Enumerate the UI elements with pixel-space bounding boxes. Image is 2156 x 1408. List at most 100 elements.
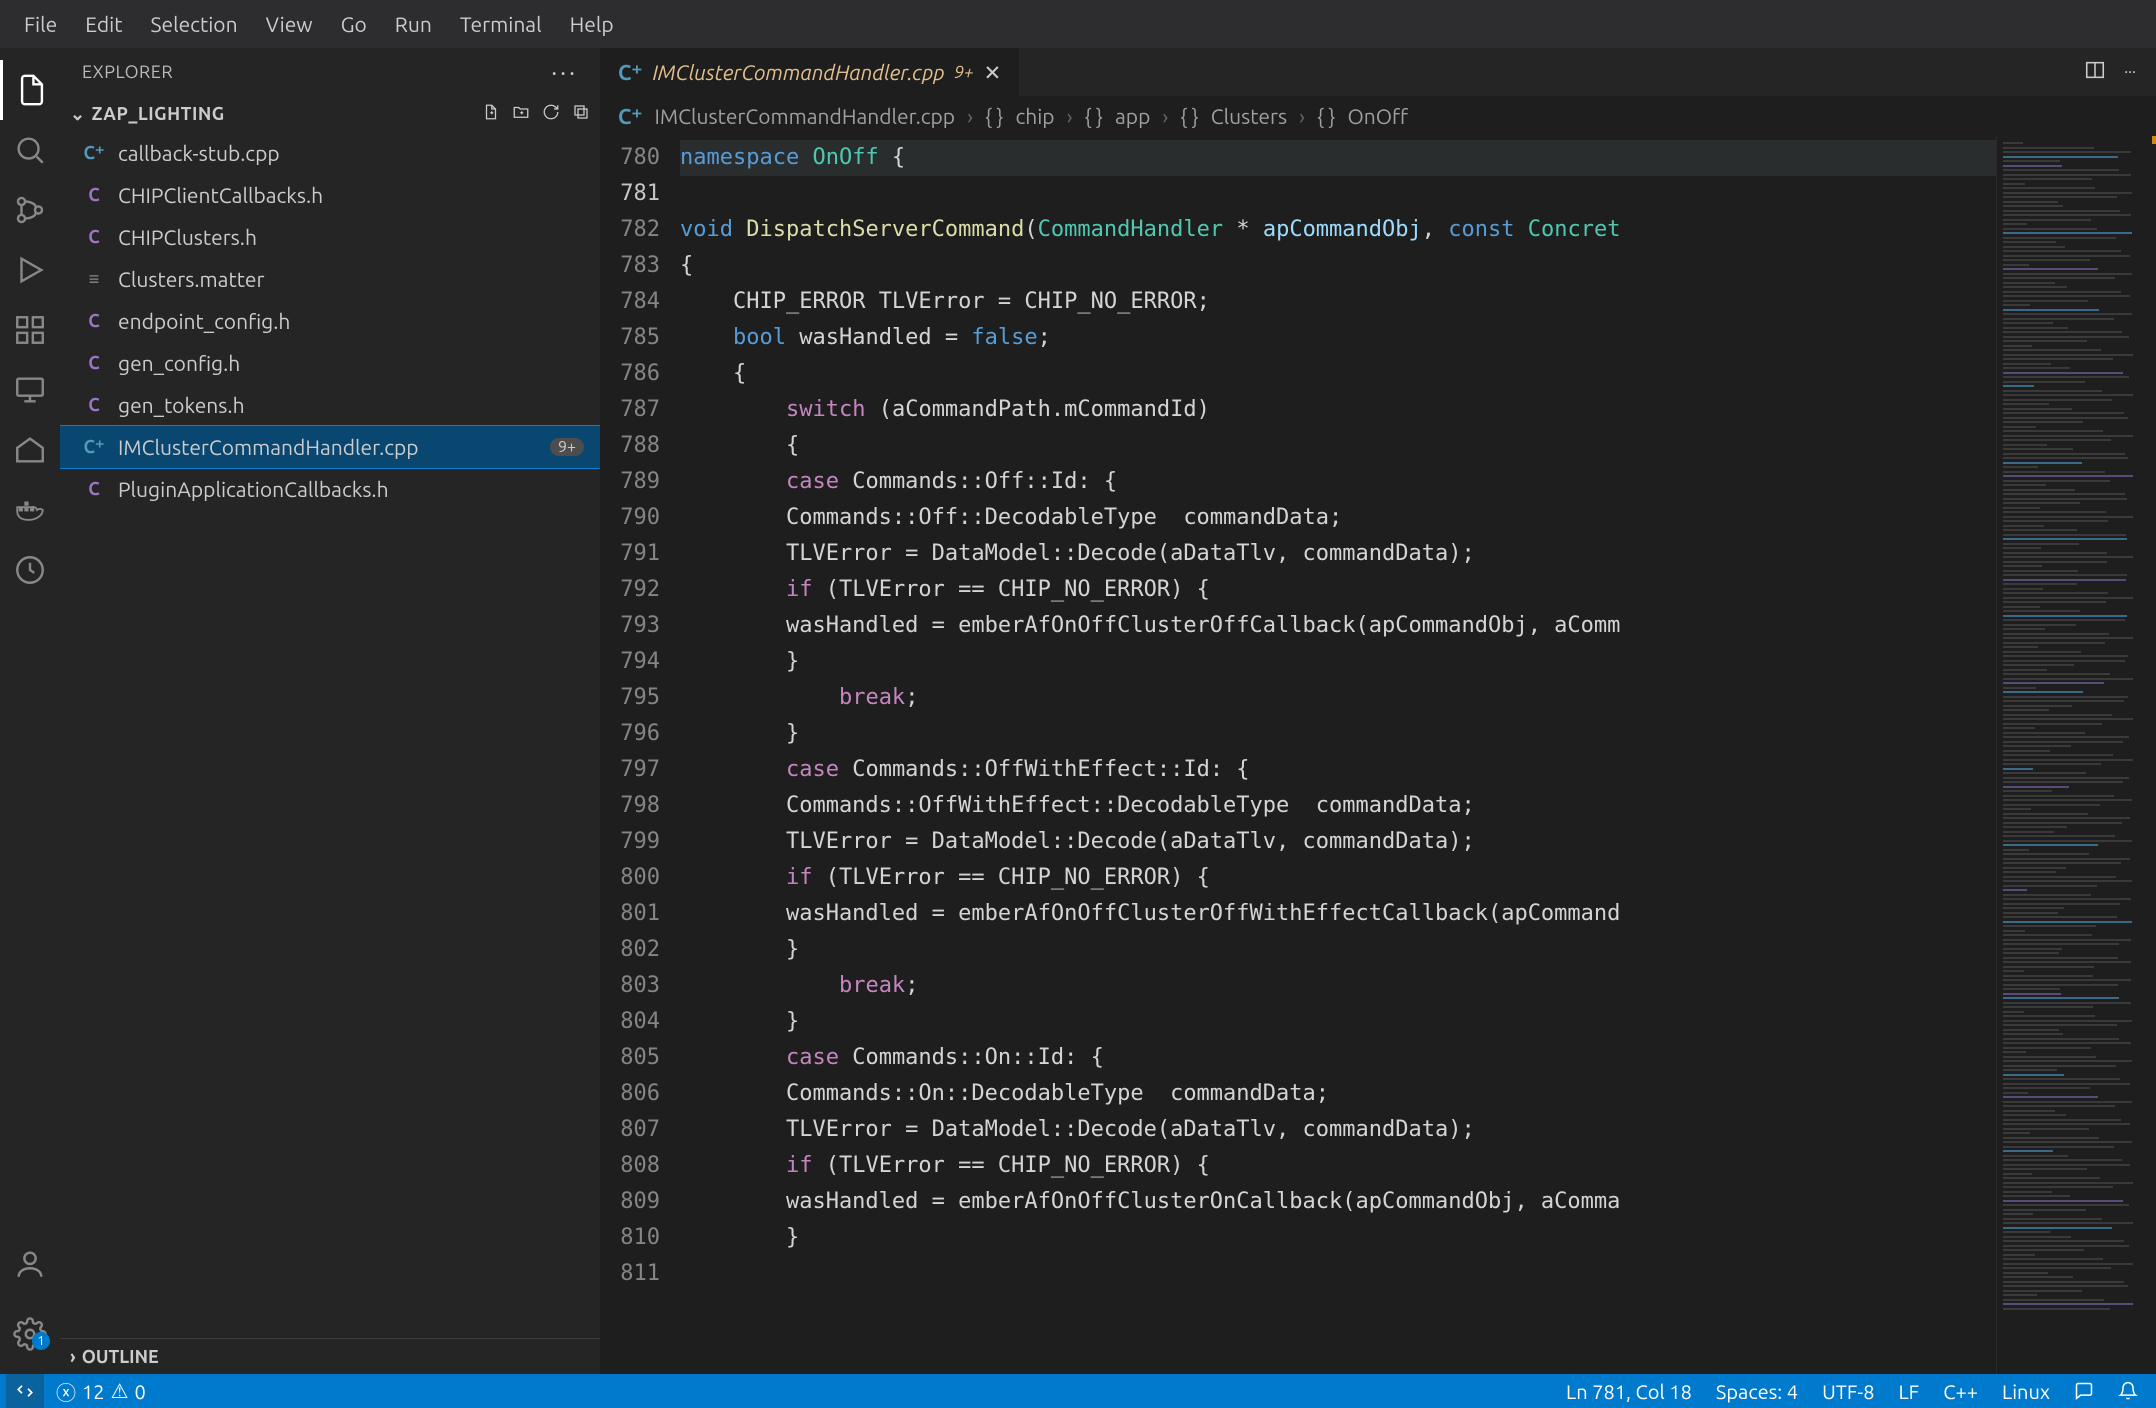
- file-name: PluginApplicationCallbacks.h: [118, 477, 389, 501]
- folder-name: ZAP_LIGHTING: [92, 104, 225, 124]
- warning-count: 0: [135, 1380, 146, 1403]
- refresh-icon[interactable]: [542, 103, 560, 125]
- cpp-file-icon: C⁺: [618, 104, 643, 129]
- outline-title: OUTLINE: [82, 1347, 159, 1367]
- problems-indicator[interactable]: ⓧ 12 ⚠ 0: [44, 1377, 158, 1406]
- folder-header[interactable]: ⌄ ZAP_LIGHTING: [60, 96, 600, 132]
- file-item[interactable]: Cgen_tokens.h: [60, 384, 600, 426]
- file-list: C⁺ callback-stub.cpp C CHIPClientCallbacks.…: [60, 132, 600, 1338]
- error-icon: ⓧ: [56, 1377, 76, 1406]
- tab-filename: IMClusterCommandHandler.cpp: [653, 60, 945, 84]
- breadcrumb-item[interactable]: chip: [1015, 104, 1054, 128]
- namespace-icon: { }: [1317, 104, 1335, 128]
- os-indicator[interactable]: Linux: [1990, 1380, 2062, 1403]
- menu-edit[interactable]: Edit: [71, 12, 136, 36]
- menu-selection[interactable]: Selection: [136, 12, 251, 36]
- editor-more-icon[interactable]: ···: [2124, 63, 2136, 81]
- file-name: Clusters.matter: [118, 267, 264, 291]
- code-content[interactable]: namespace OnOff { void DispatchServerCom…: [680, 136, 1996, 1374]
- m-file-icon: ≡: [80, 269, 108, 290]
- cpp-file-icon: C⁺: [80, 437, 108, 458]
- file-name: callback-stub.cpp: [118, 141, 280, 165]
- settings-gear-icon[interactable]: 1: [0, 1304, 60, 1364]
- minimap[interactable]: [1996, 136, 2156, 1374]
- tab-active[interactable]: C⁺ IMClusterCommandHandler.cpp 9+ ✕: [600, 48, 1020, 96]
- cpp-file-icon: C⁺: [80, 143, 108, 164]
- file-badge: 9+: [550, 438, 584, 456]
- indentation[interactable]: Spaces: 4: [1704, 1380, 1810, 1403]
- menubar[interactable]: FileEditSelectionViewGoRunTerminalHelp: [0, 0, 2156, 48]
- eol[interactable]: LF: [1886, 1380, 1931, 1403]
- breadcrumbs[interactable]: C⁺ IMClusterCommandHandler.cpp › { } chi…: [600, 96, 2156, 136]
- language-mode[interactable]: C++: [1931, 1380, 1990, 1403]
- ext2-icon[interactable]: [0, 540, 60, 600]
- line-gutter: 7807817827837847857867877887897907917927…: [600, 136, 680, 1374]
- namespace-icon: { }: [1180, 104, 1198, 128]
- file-item[interactable]: C⁺ callback-stub.cpp: [60, 132, 600, 174]
- h-file-icon: C: [80, 227, 108, 247]
- menu-terminal[interactable]: Terminal: [446, 12, 556, 36]
- explorer-icon[interactable]: [0, 60, 60, 120]
- editor-area: C⁺ IMClusterCommandHandler.cpp 9+ ✕ ··· …: [600, 48, 2156, 1374]
- docker-icon[interactable]: [0, 480, 60, 540]
- file-item[interactable]: ≡ Clusters.matter: [60, 258, 600, 300]
- menu-help[interactable]: Help: [556, 12, 628, 36]
- explorer-more-icon[interactable]: ···: [551, 59, 578, 86]
- source-control-icon[interactable]: [0, 180, 60, 240]
- menu-view[interactable]: View: [252, 12, 327, 36]
- breadcrumb-item[interactable]: IMClusterCommandHandler.cpp: [655, 104, 956, 128]
- warning-icon: ⚠: [111, 1379, 129, 1403]
- ext1-icon[interactable]: [0, 420, 60, 480]
- search-icon[interactable]: [0, 120, 60, 180]
- feedback-icon[interactable]: [2062, 1381, 2106, 1401]
- chevron-down-icon: ⌄: [70, 104, 86, 125]
- menu-go[interactable]: Go: [327, 12, 381, 36]
- file-item[interactable]: C CHIPClientCallbacks.h: [60, 174, 600, 216]
- status-bar: ⓧ 12 ⚠ 0 Ln 781, Col 18 Spaces: 4 UTF-8 LF…: [0, 1374, 2156, 1408]
- breadcrumb-item[interactable]: Clusters: [1211, 104, 1287, 128]
- file-name: CHIPClusters.h: [118, 225, 257, 249]
- file-name: gen_config.h: [118, 351, 240, 375]
- new-file-icon[interactable]: [482, 103, 500, 125]
- file-item[interactable]: C⁺ IMClusterCommandHandler.cpp 9+: [60, 426, 600, 468]
- chevron-right-icon: ›: [70, 1347, 76, 1367]
- encoding[interactable]: UTF-8: [1810, 1380, 1886, 1403]
- menu-file[interactable]: File: [10, 12, 71, 36]
- remote-explorer-icon[interactable]: [0, 360, 60, 420]
- h-file-icon: C: [80, 479, 108, 499]
- split-editor-icon[interactable]: [2084, 59, 2106, 85]
- run-debug-icon[interactable]: [0, 240, 60, 300]
- outline-header[interactable]: › OUTLINE: [60, 1338, 600, 1374]
- h-file-icon: C: [80, 185, 108, 205]
- account-icon[interactable]: [0, 1234, 60, 1294]
- file-item[interactable]: Cendpoint_config.h: [60, 300, 600, 342]
- code-editor[interactable]: 7807817827837847857867877887897907917927…: [600, 136, 2156, 1374]
- breadcrumb-item[interactable]: OnOff: [1347, 104, 1408, 128]
- new-folder-icon[interactable]: [512, 103, 530, 125]
- namespace-icon: { }: [1085, 104, 1103, 128]
- explorer-title: EXPLORER: [82, 62, 173, 82]
- explorer-header: EXPLORER ···: [60, 48, 600, 96]
- close-icon[interactable]: ✕: [984, 60, 1002, 85]
- error-count: 12: [82, 1380, 105, 1403]
- file-name: gen_tokens.h: [118, 393, 245, 417]
- file-item[interactable]: C PluginApplicationCallbacks.h: [60, 468, 600, 510]
- menu-run[interactable]: Run: [381, 12, 446, 36]
- settings-badge: 1: [32, 1332, 50, 1350]
- tab-modified-badge: 9+: [954, 63, 973, 82]
- cursor-position[interactable]: Ln 781, Col 18: [1554, 1380, 1704, 1403]
- remote-indicator[interactable]: [6, 1374, 44, 1408]
- extensions-icon[interactable]: [0, 300, 60, 360]
- cpp-file-icon: C⁺: [618, 60, 643, 85]
- notifications-icon[interactable]: [2106, 1381, 2150, 1401]
- tabs-row: C⁺ IMClusterCommandHandler.cpp 9+ ✕ ···: [600, 48, 2156, 96]
- h-file-icon: C: [80, 311, 108, 331]
- file-name: IMClusterCommandHandler.cpp: [118, 435, 419, 459]
- breadcrumb-item[interactable]: app: [1115, 104, 1150, 128]
- file-item[interactable]: Cgen_config.h: [60, 342, 600, 384]
- namespace-icon: { }: [985, 104, 1003, 128]
- file-name: CHIPClientCallbacks.h: [118, 183, 323, 207]
- file-name: endpoint_config.h: [118, 309, 290, 333]
- collapse-icon[interactable]: [572, 103, 590, 125]
- file-item[interactable]: C CHIPClusters.h: [60, 216, 600, 258]
